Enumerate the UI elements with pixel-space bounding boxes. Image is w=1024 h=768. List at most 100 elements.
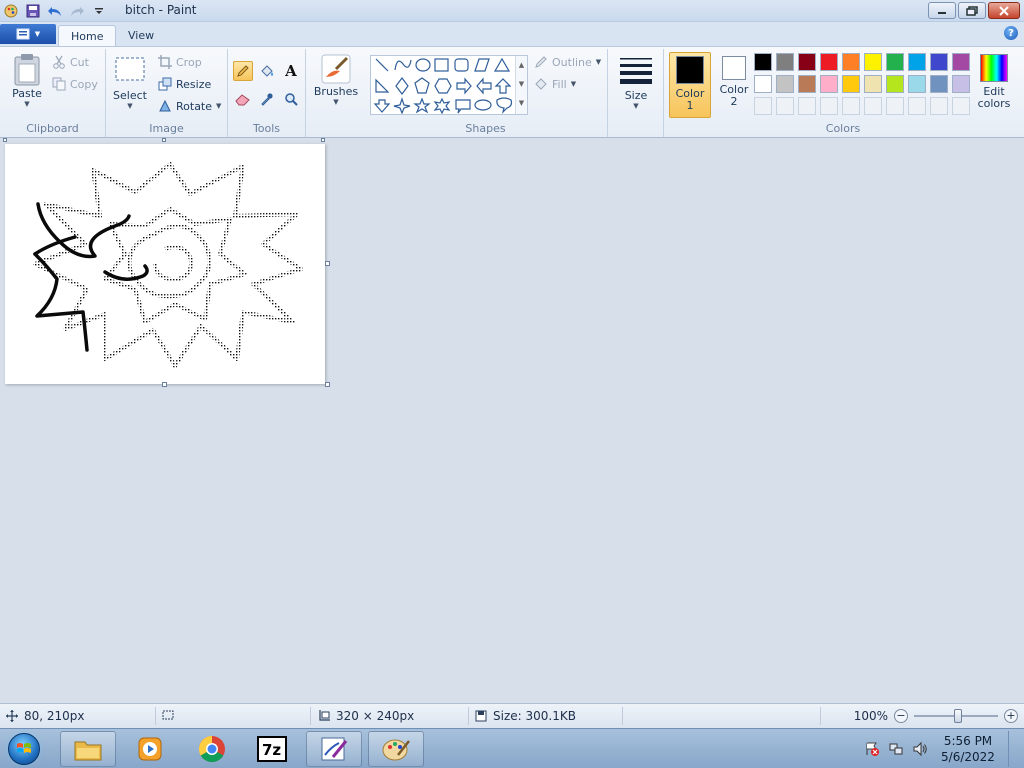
paste-button[interactable]: Paste ▼ bbox=[8, 53, 46, 108]
help-icon[interactable]: ? bbox=[1004, 26, 1018, 40]
tab-home[interactable]: Home bbox=[58, 25, 117, 46]
save-icon[interactable] bbox=[24, 2, 42, 20]
action-center-flag-icon[interactable] bbox=[864, 741, 880, 757]
palette-swatch[interactable] bbox=[820, 53, 838, 71]
rotate-button[interactable]: Rotate ▼ bbox=[158, 99, 221, 113]
copy-button[interactable]: Copy bbox=[52, 77, 98, 91]
palette-swatch[interactable] bbox=[930, 53, 948, 71]
palette-custom-slot[interactable] bbox=[776, 97, 794, 115]
palette-swatch[interactable] bbox=[842, 53, 860, 71]
palette-custom-slot[interactable] bbox=[908, 97, 926, 115]
palette-swatch[interactable] bbox=[886, 75, 904, 93]
taskbar-media-player-button[interactable] bbox=[122, 731, 178, 767]
show-desktop-button[interactable] bbox=[1008, 731, 1020, 767]
selection-size bbox=[162, 709, 174, 721]
network-icon[interactable] bbox=[888, 741, 904, 757]
shapes-gallery-scroll[interactable]: ▲ ▼ ▼ bbox=[515, 56, 527, 114]
minimize-button[interactable] bbox=[928, 2, 956, 19]
fill-bucket-icon[interactable] bbox=[257, 61, 277, 81]
explorer-icon bbox=[74, 741, 102, 761]
crosshair-icon bbox=[6, 710, 18, 722]
palette-swatch[interactable] bbox=[864, 53, 882, 71]
scroll-up-icon[interactable]: ▲ bbox=[516, 56, 527, 75]
palette-swatch[interactable] bbox=[754, 53, 772, 71]
edit-colors-button[interactable]: Edit colors bbox=[976, 54, 1012, 110]
color-picker-icon[interactable] bbox=[257, 89, 277, 109]
resize-handle-corner[interactable] bbox=[325, 382, 330, 387]
taskbar-explorer-button[interactable] bbox=[60, 731, 116, 767]
palette-swatch[interactable] bbox=[798, 75, 816, 93]
tab-view[interactable]: View bbox=[116, 25, 166, 46]
palette-swatch[interactable] bbox=[864, 75, 882, 93]
palette-swatch[interactable] bbox=[776, 53, 794, 71]
zoom-slider-thumb[interactable] bbox=[954, 709, 962, 723]
status-separator bbox=[820, 707, 821, 725]
cut-button[interactable]: Cut bbox=[52, 55, 89, 69]
palette-swatch[interactable] bbox=[754, 75, 772, 93]
volume-icon[interactable] bbox=[912, 741, 928, 757]
taskbar-chrome-button[interactable] bbox=[184, 731, 240, 767]
palette-custom-slot[interactable] bbox=[754, 97, 772, 115]
copy-icon bbox=[52, 77, 66, 91]
close-button[interactable] bbox=[988, 2, 1020, 19]
magnifier-icon[interactable] bbox=[281, 89, 301, 109]
zoom-slider[interactable] bbox=[914, 708, 998, 724]
eraser-icon[interactable] bbox=[233, 89, 253, 109]
color1-button[interactable]: Color 1 bbox=[669, 52, 711, 118]
scroll-down-icon[interactable]: ▼ bbox=[516, 75, 527, 94]
text-tool-icon[interactable]: A bbox=[281, 61, 301, 81]
clipboard-group-label: Clipboard bbox=[26, 122, 79, 135]
outline-label: Outline bbox=[552, 55, 592, 69]
select-label: Select bbox=[113, 89, 147, 102]
color2-button[interactable]: Color 2 bbox=[716, 56, 752, 108]
palette-swatch[interactable] bbox=[842, 75, 860, 93]
resize-button[interactable]: Resize bbox=[158, 77, 211, 91]
taskbar-paint-active-button[interactable] bbox=[368, 731, 424, 767]
palette-swatch[interactable] bbox=[886, 53, 904, 71]
customize-qat-icon[interactable] bbox=[90, 2, 108, 20]
brushes-button[interactable]: Brushes ▼ bbox=[314, 53, 358, 106]
palette-swatch[interactable] bbox=[952, 75, 970, 93]
palette-swatch[interactable] bbox=[798, 53, 816, 71]
paint-app-icon[interactable] bbox=[2, 2, 20, 20]
palette-custom-slot[interactable] bbox=[864, 97, 882, 115]
palette-custom-slot[interactable] bbox=[930, 97, 948, 115]
canvas-workspace[interactable] bbox=[0, 138, 1024, 703]
zoom-out-button[interactable]: − bbox=[894, 709, 908, 723]
fill-button[interactable]: Fill ▼ bbox=[534, 77, 576, 91]
palette-custom-slot[interactable] bbox=[952, 97, 970, 115]
colors-group-label: Colors bbox=[825, 122, 861, 135]
maximize-button[interactable] bbox=[958, 2, 986, 19]
drawing-canvas[interactable] bbox=[5, 144, 325, 384]
taskbar-7zip-button[interactable]: 7z bbox=[244, 731, 300, 767]
resize-handle-bottom[interactable] bbox=[162, 382, 167, 387]
palette-swatch[interactable] bbox=[952, 53, 970, 71]
palette-custom-slot[interactable] bbox=[886, 97, 904, 115]
palette-swatch[interactable] bbox=[930, 75, 948, 93]
size-button[interactable]: Size ▼ bbox=[616, 53, 656, 110]
resize-handle-right[interactable] bbox=[325, 261, 330, 266]
palette-swatch[interactable] bbox=[908, 53, 926, 71]
palette-custom-slot[interactable] bbox=[798, 97, 816, 115]
gallery-expand-icon[interactable]: ▼ bbox=[516, 94, 527, 113]
ribbon: Paste ▼ Cut Copy Clipboard Select ▼ Crop… bbox=[0, 46, 1024, 138]
zoom-in-button[interactable]: + bbox=[1004, 709, 1018, 723]
taskbar-paint-pinned-button[interactable] bbox=[306, 731, 362, 767]
undo-icon[interactable] bbox=[46, 2, 64, 20]
crop-button[interactable]: Crop bbox=[158, 55, 202, 69]
palette-swatch[interactable] bbox=[820, 75, 838, 93]
palette-swatch[interactable] bbox=[776, 75, 794, 93]
paint-menu-button[interactable]: ▼ bbox=[0, 24, 56, 44]
clock-time: 5:56 PM bbox=[943, 734, 993, 748]
pencil-icon[interactable] bbox=[233, 61, 253, 81]
palette-custom-slot[interactable] bbox=[842, 97, 860, 115]
clock[interactable]: 5:56 PM 5/6/2022 bbox=[936, 733, 1000, 765]
color2-label-line2: 2 bbox=[730, 95, 738, 108]
palette-custom-slot[interactable] bbox=[820, 97, 838, 115]
outline-button[interactable]: Outline ▼ bbox=[534, 55, 601, 69]
start-button[interactable] bbox=[4, 731, 44, 767]
cursor-position: 80, 210px bbox=[6, 709, 85, 723]
redo-icon[interactable] bbox=[68, 2, 86, 20]
select-button[interactable]: Select ▼ bbox=[112, 55, 148, 110]
palette-swatch[interactable] bbox=[908, 75, 926, 93]
